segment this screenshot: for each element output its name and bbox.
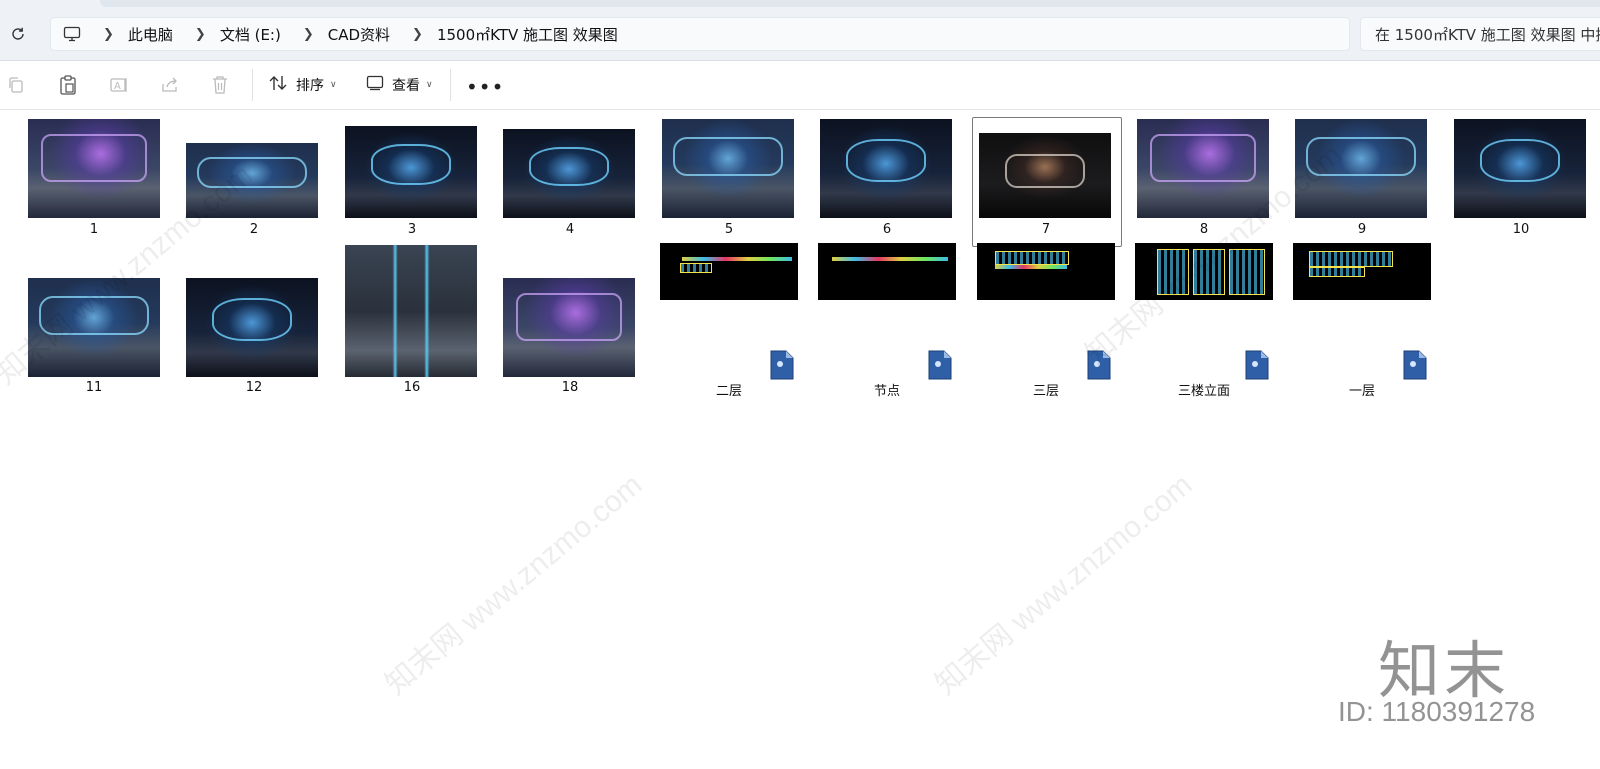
file-thumbnail <box>660 243 798 300</box>
cad-drawing-line <box>682 257 792 261</box>
chevron-right-icon[interactable]: ❯ <box>103 27 114 42</box>
file-name: 一层 <box>1348 384 1375 399</box>
sort-button[interactable]: 排序 ∨ <box>268 71 337 99</box>
search-input[interactable]: 在 1500㎡KTV 施工图 效果图 中搜 <box>1375 24 1600 45</box>
sort-label: 排序 <box>296 78 324 94</box>
file-item[interactable]: 二层 <box>656 243 802 399</box>
file-item[interactable]: 16 <box>339 245 485 395</box>
chevron-right-icon[interactable]: ❯ <box>412 27 423 42</box>
file-thumbnail <box>820 119 952 218</box>
delete-icon[interactable] <box>208 73 232 97</box>
breadcrumb-this-pc[interactable]: 此电脑 <box>128 24 173 45</box>
chevron-down-icon: ∨ <box>330 80 337 90</box>
cad-drawing-line <box>832 257 948 261</box>
command-bar: A 排序 ∨ 查看 ∨ ••• <box>0 61 1600 110</box>
file-name: 二层 <box>715 384 742 399</box>
file-thumbnail <box>818 243 956 300</box>
svg-text:A: A <box>114 81 121 92</box>
dwg-file-icon <box>928 350 952 380</box>
file-thumbnail <box>503 129 635 218</box>
view-label: 查看 <box>392 78 420 94</box>
paste-icon[interactable] <box>56 73 80 97</box>
share-icon[interactable] <box>158 73 182 97</box>
computer-icon[interactable] <box>63 25 81 43</box>
chevron-right-icon[interactable]: ❯ <box>303 27 314 42</box>
sort-icon <box>268 74 288 96</box>
file-thumbnail <box>503 278 635 377</box>
breadcrumb-current-folder[interactable]: 1500㎡KTV 施工图 效果图 <box>437 24 618 45</box>
cad-drawing-block <box>680 263 712 273</box>
file-name: 12 <box>245 380 263 395</box>
toolbar-divider <box>252 69 253 101</box>
file-item[interactable]: 6 <box>814 119 960 244</box>
view-button[interactable]: 查看 ∨ <box>366 71 433 99</box>
file-name: 3 <box>407 222 417 237</box>
file-thumbnail <box>977 243 1115 300</box>
file-name: 6 <box>882 222 892 237</box>
tab-strip-edge <box>100 0 1600 7</box>
file-name: 5 <box>724 222 734 237</box>
file-item[interactable]: 12 <box>181 245 327 395</box>
cad-drawing-block <box>1309 251 1393 267</box>
file-thumbnail <box>345 245 477 377</box>
cad-drawing-block <box>995 251 1069 265</box>
watermark-id: ID: 1180391278 <box>1338 696 1536 727</box>
file-thumbnail <box>979 133 1111 218</box>
toolbar-divider <box>450 69 451 101</box>
file-item[interactable]: 4 <box>497 119 643 244</box>
file-item[interactable]: 5 <box>656 119 802 244</box>
file-name: 10 <box>1512 222 1530 237</box>
file-name: 三层 <box>1032 384 1059 399</box>
file-list: 1 2 3 4 5 6 7 8 9 10 11 12 16 18 二层 节点 三… <box>0 110 1600 769</box>
file-item[interactable]: 10 <box>1448 119 1594 244</box>
file-item[interactable]: 节点 <box>814 243 960 399</box>
breadcrumb-drive[interactable]: 文档 (E:) <box>220 24 281 45</box>
more-options-button[interactable]: ••• <box>466 75 504 99</box>
file-item-selected[interactable]: 7 <box>973 119 1119 244</box>
file-item[interactable]: 18 <box>497 245 643 395</box>
file-name: 4 <box>565 222 575 237</box>
search-box[interactable]: 在 1500㎡KTV 施工图 效果图 中搜 <box>1360 17 1600 51</box>
file-name: 7 <box>1041 222 1051 237</box>
file-name: 节点 <box>873 384 900 399</box>
refresh-icon[interactable] <box>8 24 28 44</box>
file-name: 16 <box>403 380 421 395</box>
file-name: 18 <box>561 380 579 395</box>
dwg-file-icon <box>770 350 794 380</box>
navigation-bar: ❯ 此电脑 ❯ 文档 (E:) ❯ CAD资料 ❯ 1500㎡KTV 施工图 效… <box>0 0 1600 61</box>
file-item[interactable]: 3 <box>339 119 485 244</box>
dwg-file-icon <box>1403 350 1427 380</box>
file-thumbnail <box>28 119 160 218</box>
file-name: 三楼立面 <box>1177 384 1230 399</box>
dwg-file-icon <box>1245 350 1269 380</box>
file-thumbnail <box>186 278 318 377</box>
file-thumbnail <box>1454 119 1586 218</box>
chevron-right-icon[interactable]: ❯ <box>195 27 206 42</box>
file-item[interactable]: 一层 <box>1289 243 1435 399</box>
view-icon <box>366 75 384 95</box>
file-name: 11 <box>85 380 103 395</box>
cad-drawing-line <box>995 265 1067 269</box>
address-bar[interactable]: ❯ 此电脑 ❯ 文档 (E:) ❯ CAD资料 ❯ 1500㎡KTV 施工图 效… <box>50 17 1350 51</box>
breadcrumb-cad-folder[interactable]: CAD资料 <box>328 24 390 45</box>
file-thumbnail <box>345 126 477 218</box>
chevron-down-icon: ∨ <box>426 80 433 90</box>
copy-icon[interactable] <box>4 73 28 97</box>
file-thumbnail <box>1293 243 1431 300</box>
file-thumbnail <box>662 119 794 218</box>
cad-drawing-block <box>1309 267 1365 277</box>
file-name: 9 <box>1357 222 1367 237</box>
rename-icon[interactable]: A <box>107 73 131 97</box>
